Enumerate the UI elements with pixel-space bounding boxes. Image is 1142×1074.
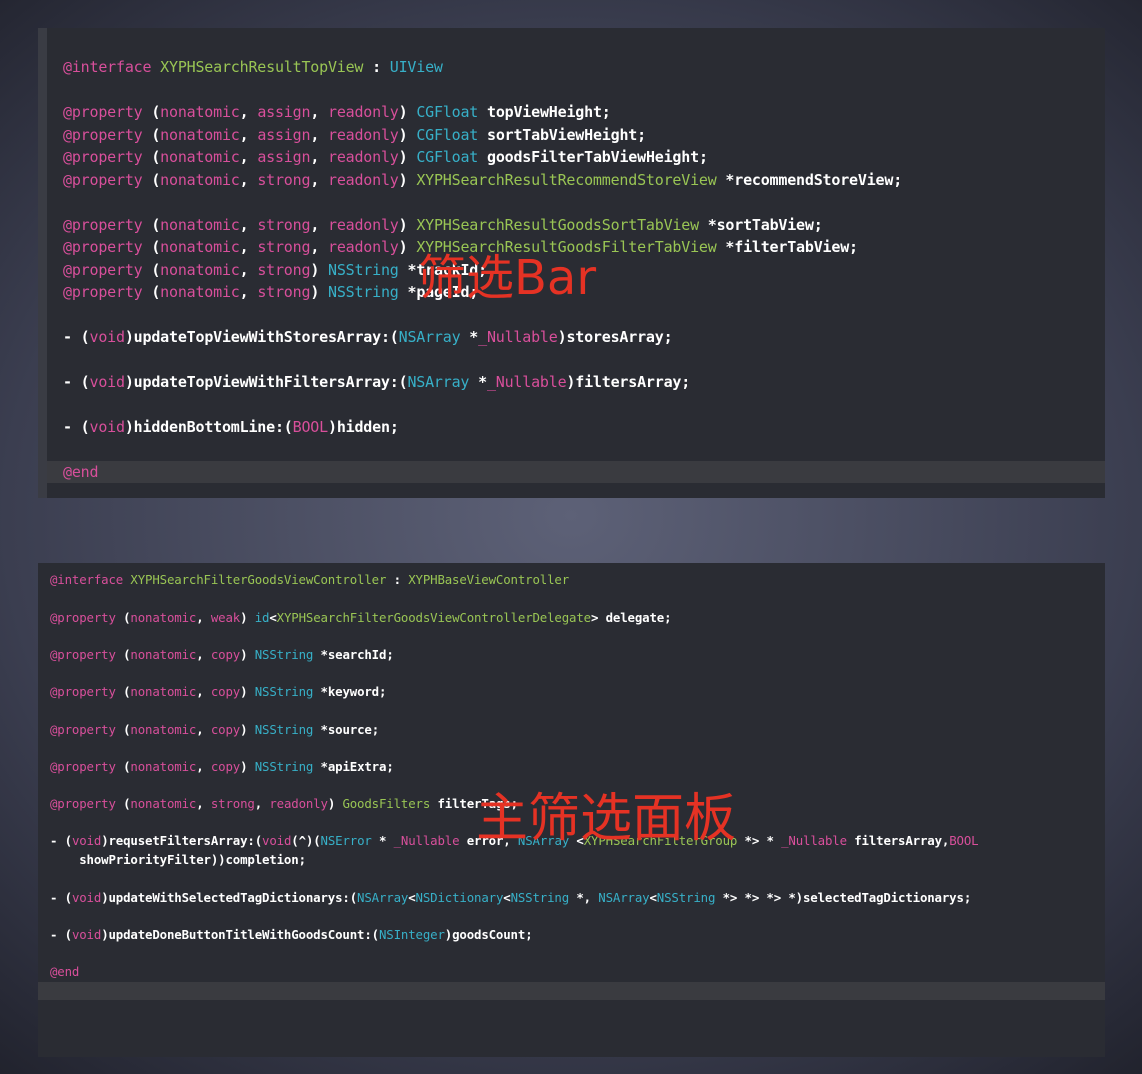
current-line-highlight: [38, 982, 1105, 1000]
code-line: @property (nonatomic, assign, readonly) …: [63, 148, 708, 166]
code-line: - (void)updateTopViewWithStoresArray:(NS…: [63, 328, 673, 346]
code-line: @end: [63, 463, 99, 481]
code-line: @interface XYPHSearchFilterGoodsViewCont…: [50, 572, 570, 587]
current-line-highlight: [47, 461, 1105, 483]
code-line: @property (nonatomic, copy) NSString *se…: [50, 647, 394, 662]
annotation-filter-bar: 筛选Bar: [418, 250, 597, 306]
code-line: - (void)updateDoneButtonTitleWithGoodsCo…: [50, 927, 533, 942]
code-line: - (void)hiddenBottomLine:(BOOL)hidden;: [63, 418, 399, 436]
code-line: @property (nonatomic, assign, readonly) …: [63, 103, 611, 121]
code-line: @property (nonatomic, strong, readonly) …: [63, 216, 823, 234]
code-line: @end: [50, 964, 80, 979]
code-line: @property (nonatomic, copy) NSString *so…: [50, 722, 379, 737]
annotation-main-filter-panel: 主筛选面板: [476, 789, 737, 849]
code-line: @property (nonatomic, assign, readonly) …: [63, 126, 646, 144]
code-line: @property (nonatomic, strong, readonly) …: [63, 171, 903, 189]
code-line: - (void)updateTopViewWithFiltersArray:(N…: [63, 373, 691, 391]
code-line: showPriorityFilter))completion;: [79, 852, 306, 867]
code-line: - (void)updateWithSelectedTagDictionarys…: [50, 890, 972, 905]
code-line: @property (nonatomic, weak) id<XYPHSearc…: [50, 610, 672, 625]
code-line: @property (nonatomic, strong) NSString *…: [63, 283, 479, 301]
code-line: @property (nonatomic, strong, readonly) …: [50, 796, 518, 811]
code-line: @property (nonatomic, copy) NSString *ap…: [50, 759, 394, 774]
code-line: @property (nonatomic, copy) NSString *ke…: [50, 684, 387, 699]
code-line: @interface XYPHSearchResultTopView : UIV…: [63, 58, 443, 76]
